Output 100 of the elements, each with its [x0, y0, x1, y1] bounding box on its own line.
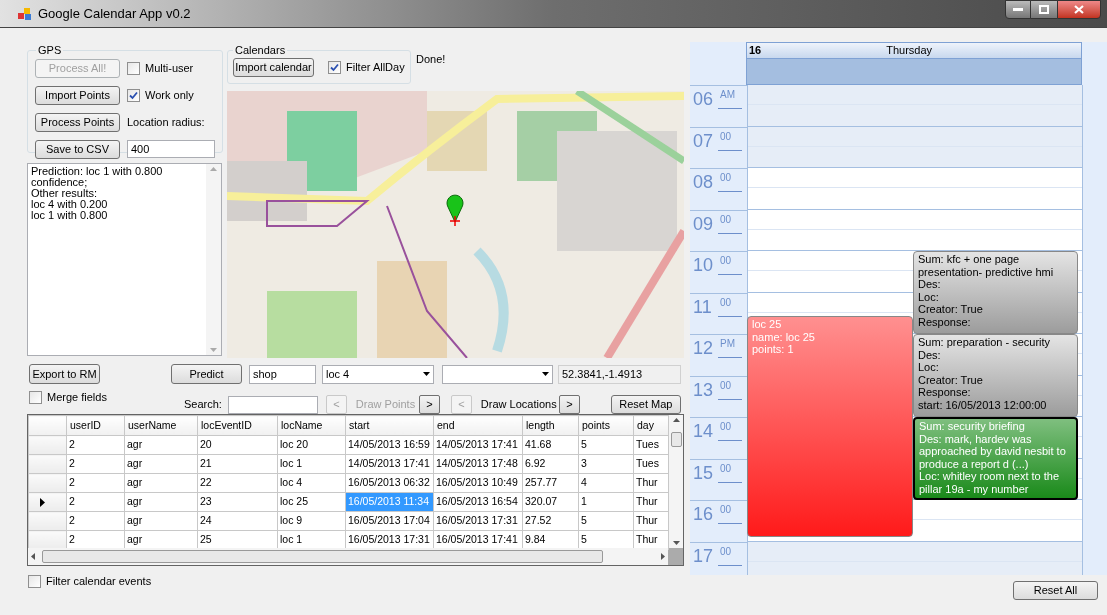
category-field[interactable]: shop — [249, 364, 316, 384]
hour-label: 17 — [693, 544, 714, 568]
table-cell: 1 — [578, 492, 634, 512]
checkbox[interactable] — [127, 61, 140, 75]
event-text: Sum: preparation - security — [918, 336, 1052, 349]
column-header[interactable]: end — [433, 415, 523, 436]
table-cell: 27.52 — [522, 511, 579, 531]
column-header[interactable]: points — [578, 415, 634, 436]
table-cell: loc 9 — [277, 511, 346, 531]
calendar-event[interactable]: Sum: kfc + one page presentation- predictive hmi Des: Loc: Creator: True Response: — [913, 251, 1078, 334]
close-button[interactable] — [1057, 0, 1101, 19]
table-cell: 16/05/2013 06:32 — [345, 473, 434, 493]
hour-label: 11 — [693, 295, 712, 319]
location-dropdown[interactable]: loc 4 — [322, 364, 434, 384]
checkbox[interactable] — [29, 390, 42, 404]
export-button[interactable]: Export to RM — [29, 364, 100, 384]
table-cell: 14/05/2013 17:41 — [345, 454, 434, 474]
checkbox-label[interactable]: Work only — [145, 86, 194, 104]
import-calendar-button[interactable]: Import calendar — [233, 57, 314, 77]
text-line: Prediction: loc 1 with 0.800 confidence; — [31, 166, 164, 188]
table-cell: loc 20 — [277, 435, 346, 455]
reset-all-button[interactable]: Reset All — [1013, 581, 1098, 600]
search-field[interactable] — [227, 395, 318, 414]
table-cell: 4 — [578, 473, 634, 493]
button[interactable]: Import Points — [35, 85, 120, 105]
event-text: Loc: — [918, 361, 940, 374]
table-cell: Thur — [633, 511, 669, 531]
table-cell: loc 1 — [277, 454, 346, 474]
checkbox-label[interactable]: Multi-user — [145, 59, 194, 77]
event-text: Creator: True — [918, 303, 984, 316]
event-text: Des: — [918, 278, 942, 291]
hour-label: 09 — [693, 212, 714, 236]
next-button[interactable]: > — [558, 395, 580, 414]
calendar-event[interactable]: Sum: preparation - security Des: Loc: Creator: True Response: start: 16/05/2013 12:00:00 — [913, 334, 1078, 417]
hour-label: 15 — [693, 461, 714, 485]
table-cell: 16/05/2013 17:31 — [433, 511, 523, 531]
column-header[interactable]: userID — [66, 415, 125, 436]
table-cell: 2 — [66, 454, 125, 474]
prediction-textbox[interactable]: Prediction: loc 1 with 0.800 confidence; Other results: loc 4 with 0.200 loc 1 with 0.800 — [27, 163, 222, 356]
coordinates-field[interactable]: 52.3841,-1.4913 — [558, 364, 681, 384]
table-cell: 3 — [578, 454, 634, 474]
hour-suffix: 00 — [718, 211, 742, 234]
hour-label: 07 — [693, 129, 714, 153]
button[interactable]: Process Points — [35, 112, 120, 132]
checkbox-label[interactable]: Filter calendar events — [46, 573, 152, 590]
table-cell: 320.07 — [522, 492, 579, 512]
column-header[interactable]: day — [633, 415, 669, 436]
scrollbar[interactable] — [28, 548, 668, 565]
event-text: Loc: — [918, 290, 940, 303]
current-row-icon — [40, 497, 45, 507]
scroll-right-icon[interactable] — [661, 553, 665, 560]
button[interactable]: Save to CSV — [35, 139, 120, 159]
checkbox[interactable] — [28, 574, 41, 588]
column-header[interactable]: userName — [124, 415, 198, 436]
column-header[interactable]: start — [345, 415, 434, 436]
scrollbar[interactable] — [669, 415, 683, 548]
minimize-button[interactable] — [1005, 0, 1031, 19]
checkbox-label[interactable]: Filter AllDay — [346, 58, 405, 76]
table-cell: 16/05/2013 16:54 — [433, 492, 523, 512]
predict-button[interactable]: Predict — [171, 364, 242, 384]
dropdown-arrow-icon[interactable] — [542, 372, 549, 376]
checkbox-label[interactable]: Merge fields — [47, 389, 107, 406]
calendar-event[interactable]: Sum: security briefing Des: mark, hardev was approached by david nesbit to produce a report d (...) Loc: whitley room next to the pillar 19a - my number — [913, 417, 1078, 500]
scroll-down-icon[interactable] — [672, 541, 680, 545]
event-text: Response: — [918, 386, 972, 399]
scroll-up-icon[interactable] — [672, 418, 680, 422]
checkbox[interactable] — [328, 60, 341, 74]
event-text: name: loc 25 — [752, 330, 816, 344]
table-cell: 257.77 — [522, 473, 579, 493]
checkbox[interactable] — [127, 88, 140, 102]
hour-suffix: 00 — [718, 170, 742, 192]
scroll-thumb[interactable] — [670, 432, 682, 447]
table-cell: 24 — [197, 511, 278, 531]
table-cell: 2 — [66, 492, 125, 512]
radius-field[interactable]: 400 — [127, 140, 215, 158]
column-header[interactable]: locEventID — [197, 415, 278, 436]
column-header[interactable]: length — [522, 415, 579, 436]
reset-map-button[interactable]: Reset Map — [610, 395, 681, 414]
table-cell: Tues — [633, 454, 669, 474]
hour-suffix: AM — [718, 87, 742, 109]
hour-suffix: 00 — [718, 253, 742, 275]
table-cell: 6.92 — [522, 454, 579, 474]
hour-suffix: 00 — [718, 460, 742, 483]
event-text: points: 1 — [752, 343, 795, 356]
event-text: start: 16/05/2013 12:00:00 — [918, 398, 1048, 411]
map-pin-icon — [446, 194, 464, 226]
event-text: Des: mark, hardev was approached by david nesbit to produce a report d (...) — [919, 432, 1067, 470]
hour-suffix: PM — [718, 336, 742, 358]
scroll-left-icon[interactable] — [31, 553, 35, 560]
maximize-button[interactable] — [1031, 0, 1057, 19]
dropdown-arrow-icon[interactable] — [423, 372, 430, 376]
table-cell: 2 — [66, 511, 125, 531]
event-text: Sum: security briefing — [919, 420, 1026, 433]
day-name: Thursday — [886, 43, 933, 59]
scroll-thumb[interactable] — [42, 550, 603, 563]
group-title: GPS — [37, 43, 63, 58]
text-line: loc 4 with 0.200 — [31, 199, 109, 210]
table-cell: agr — [124, 473, 198, 493]
next-button[interactable]: > — [418, 395, 440, 414]
column-header[interactable]: locName — [277, 415, 346, 436]
